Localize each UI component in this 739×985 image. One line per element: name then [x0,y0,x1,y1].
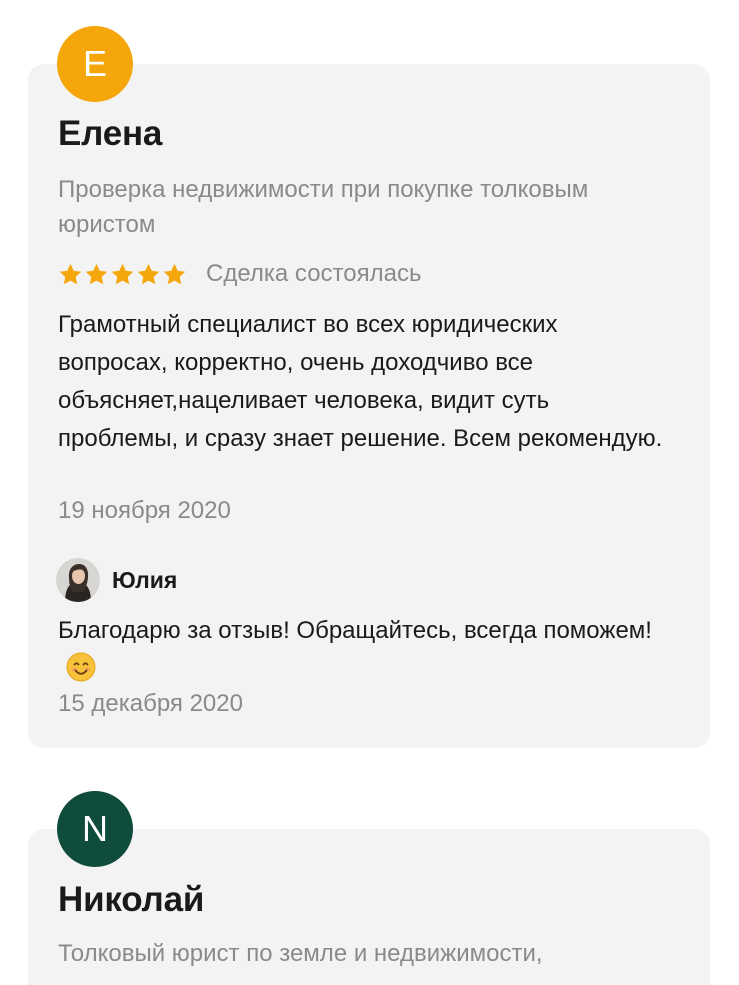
user-photo-avatar [56,558,100,602]
reply-author-name: Юлия [112,567,178,593]
author-avatar: Е [57,26,133,102]
reply-text: Благодарю за отзыв! Обращайтесь, всегда … [58,617,652,644]
author-name: Николай [58,880,205,919]
star-icon [111,263,134,284]
reviews-page: Е Елена Проверка недвижимости при покупк… [0,0,739,985]
review-text: Грамотный специалист во всех юридических… [58,311,663,452]
author-avatar: N [57,791,133,867]
user-photo-icon [56,558,100,602]
star-rating [58,262,187,287]
star-icon [85,263,108,284]
author-name: Елена [58,114,163,153]
review-date: 19 ноября 2020 [58,497,231,524]
rating-row: Сделка состоялась [58,256,421,292]
star-icon [137,263,160,284]
reply-date: 15 декабря 2020 [58,690,243,717]
service-title: Толковый юрист по земле и недвижимости, [58,940,543,967]
star-icon [163,263,186,284]
deal-status: Сделка состоялась [206,260,422,287]
smiling-face-icon [66,652,96,682]
reply-text-block: Благодарю за отзыв! Обращайтесь, всегда … [58,612,673,688]
service-title: Проверка недвижимости при покупке толков… [58,176,589,238]
avatar-letter: N [82,808,108,849]
avatar-letter: Е [82,43,107,84]
star-icon [59,263,82,284]
